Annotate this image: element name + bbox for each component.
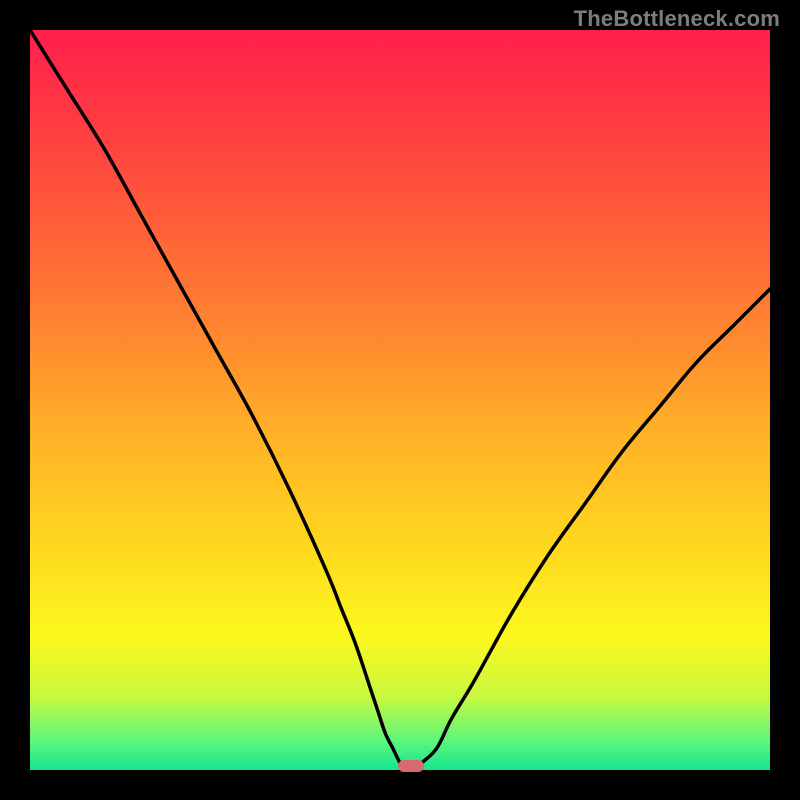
curve-svg <box>30 30 770 770</box>
watermark-text: TheBottleneck.com <box>574 6 780 32</box>
plot-area <box>30 30 770 770</box>
bottleneck-curve-path <box>30 30 770 770</box>
chart-container: TheBottleneck.com <box>0 0 800 800</box>
minimum-marker <box>398 760 424 772</box>
